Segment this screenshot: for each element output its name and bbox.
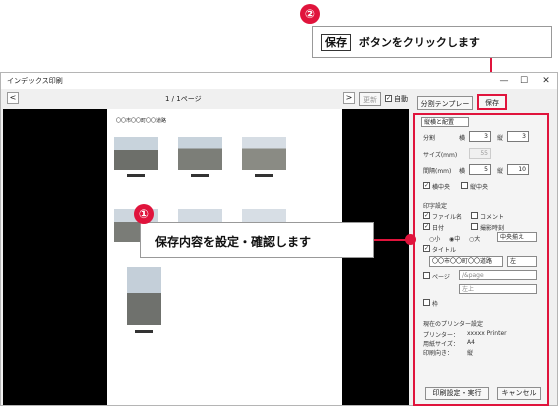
paper-size-value: A4 bbox=[467, 339, 475, 346]
center-v-label: 縦中央 bbox=[470, 184, 489, 191]
comment-checkbox[interactable] bbox=[471, 212, 478, 219]
page-checkbox[interactable] bbox=[423, 272, 430, 279]
paper-heading: 〇〇市〇〇町〇〇道路 bbox=[116, 118, 167, 124]
photo-thumbnail bbox=[242, 137, 286, 170]
division-label: 分割 bbox=[423, 135, 436, 142]
print-settings-heading: 印字設定 bbox=[423, 203, 448, 210]
save-instruction-callout: 保存 ボタンをクリックします bbox=[312, 26, 552, 58]
printer-label: プリンター： bbox=[423, 332, 460, 339]
auto-checkbox[interactable]: ✓ bbox=[385, 95, 392, 102]
photo-caption bbox=[127, 174, 145, 177]
frame-label: 枠 bbox=[432, 301, 439, 308]
title-label: タイトル bbox=[432, 247, 457, 254]
division-v-label: 縦 bbox=[497, 135, 504, 142]
title-align-select[interactable]: 左 bbox=[507, 256, 537, 267]
maximize-icon[interactable]: ☐ bbox=[515, 73, 533, 89]
page-label: ページ bbox=[432, 274, 450, 281]
filename-checkbox[interactable]: ✓ bbox=[423, 212, 430, 219]
size-label: サイズ(mm) bbox=[423, 152, 458, 159]
settings-panel: 縦横と配置 分割 横 3 縦 3 サイズ(mm) 55 間隔(mm) 横 5 縦… bbox=[413, 113, 549, 406]
shoot-time-label: 撮影時刻 bbox=[480, 225, 505, 232]
size-medium-label: 中 bbox=[454, 236, 461, 243]
printer-value: xxxxx Printer bbox=[467, 330, 507, 337]
center-h-checkbox[interactable]: ✓ bbox=[423, 182, 430, 189]
minimize-icon[interactable]: — bbox=[495, 73, 513, 89]
comment-label: コメント bbox=[480, 214, 505, 221]
orientation-label: 印刷向き： bbox=[423, 350, 454, 357]
center-h-label: 横中央 bbox=[432, 184, 451, 191]
printer-heading: 現在のプリンター設定 bbox=[423, 321, 484, 328]
save-button[interactable]: 保存 bbox=[477, 94, 507, 110]
size-input: 55 bbox=[469, 148, 491, 159]
center-v-checkbox[interactable] bbox=[461, 182, 468, 189]
save-word-box: 保存 bbox=[321, 34, 351, 51]
division-h-label: 横 bbox=[459, 135, 466, 142]
division-h-input[interactable]: 3 bbox=[469, 131, 491, 142]
save-instruction-text: ボタンをクリックします bbox=[358, 36, 480, 49]
align-select[interactable]: 中央揃え bbox=[497, 232, 537, 242]
order-select[interactable]: 縦横と配置 bbox=[421, 117, 469, 127]
page-indicator: 1 / 1ページ bbox=[165, 95, 202, 103]
size-small-label: 小 bbox=[434, 236, 441, 243]
title-bar: インデックス印刷 bbox=[1, 73, 557, 89]
photo-caption bbox=[191, 174, 209, 177]
prev-page-button[interactable]: < bbox=[7, 92, 19, 104]
size-small-radio[interactable]: ○小 bbox=[429, 234, 440, 243]
orientation-value: 縦 bbox=[467, 350, 474, 357]
size-medium-radio[interactable]: ◉中 bbox=[449, 234, 460, 243]
spacing-v-input[interactable]: 10 bbox=[507, 164, 529, 175]
date-label: 日付 bbox=[432, 225, 445, 232]
size-large-label: 大 bbox=[474, 236, 481, 243]
cancel-button[interactable]: キャンセル bbox=[497, 387, 541, 400]
print-execute-button[interactable]: 印刷設定・実行 bbox=[425, 387, 489, 400]
frame-checkbox[interactable] bbox=[423, 299, 430, 306]
photo-thumbnail-portrait bbox=[127, 267, 161, 325]
spacing-h-label: 横 bbox=[459, 168, 466, 175]
division-v-input[interactable]: 3 bbox=[507, 131, 529, 142]
settings-instruction-callout: 保存内容を設定・確認します bbox=[140, 222, 374, 258]
auto-label: 自動 bbox=[394, 95, 408, 103]
template-button[interactable]: 分割テンプレート bbox=[417, 96, 473, 122]
size-large-radio[interactable]: ○大 bbox=[469, 234, 480, 243]
date-checkbox[interactable]: ✓ bbox=[423, 223, 430, 230]
photo-thumbnail bbox=[114, 137, 158, 170]
spacing-v-label: 縦 bbox=[497, 168, 504, 175]
toolbar: < 1 / 1ページ > 更新 ✓ 自動 分割テンプレート 保存 bbox=[1, 89, 557, 122]
photo-caption bbox=[135, 330, 153, 333]
page-position-select[interactable]: 左上 bbox=[459, 284, 537, 294]
callout-dot-mid bbox=[405, 234, 416, 245]
next-page-button[interactable]: > bbox=[343, 92, 355, 104]
paper-size-label: 用紙サイズ： bbox=[423, 341, 459, 348]
title-checkbox[interactable]: ✓ bbox=[423, 245, 430, 252]
step-1-badge: ① bbox=[134, 204, 154, 224]
window-title: インデックス印刷 bbox=[7, 77, 63, 85]
photo-thumbnail bbox=[178, 137, 222, 170]
spacing-h-input[interactable]: 5 bbox=[469, 164, 491, 175]
photo-caption bbox=[255, 174, 273, 177]
close-icon[interactable]: ✕ bbox=[537, 73, 555, 89]
page-format-input[interactable]: /&page bbox=[459, 270, 537, 280]
title-input[interactable]: 〇〇市〇〇町〇〇道路 bbox=[429, 256, 503, 267]
filename-label: ファイル名 bbox=[432, 214, 463, 221]
shoot-time-checkbox[interactable] bbox=[471, 223, 478, 230]
step-2-badge: ② bbox=[300, 4, 320, 24]
spacing-label: 間隔(mm) bbox=[423, 168, 452, 175]
refresh-button[interactable]: 更新 bbox=[359, 92, 381, 106]
